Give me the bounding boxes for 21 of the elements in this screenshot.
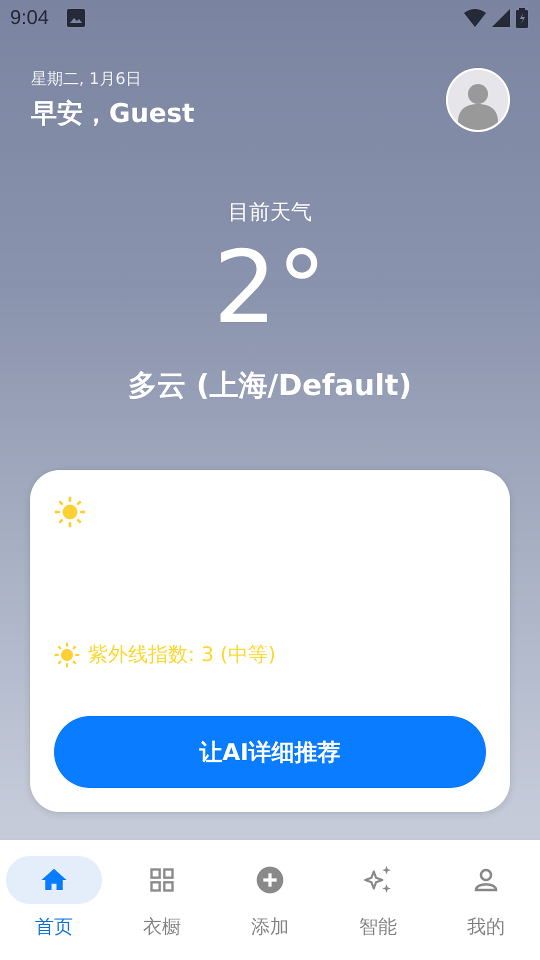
uv-index-text: 紫外线指数: 3 (中等) [88,641,276,668]
nav-tab[interactable]: 添加 [216,856,324,960]
weather-condition: 多云 (上海/Default) [128,367,412,404]
nav-tab[interactable]: 我的 [432,856,540,960]
grid-icon [148,866,176,894]
wifi-icon [464,9,486,27]
ai-recommend-button[interactable]: 让AI详细推荐 [54,716,486,788]
nav-tab[interactable]: 衣橱 [108,856,216,960]
status-time: 9:04 [10,6,49,30]
sun-icon [54,642,80,668]
image-icon [66,9,85,27]
signal-icon [492,9,510,27]
sun-icon [54,496,86,528]
temperature: 2° [213,238,327,338]
add-icon [254,864,286,896]
nav-tab[interactable]: 首页 [0,856,108,960]
nav-tab[interactable]: 智能 [324,856,432,960]
greeting-text: 早安，Guest [31,98,194,131]
battery-icon [516,8,528,28]
weather-label: 目前天气 [228,199,312,226]
date-text: 星期二, 1月6日 [31,69,143,90]
